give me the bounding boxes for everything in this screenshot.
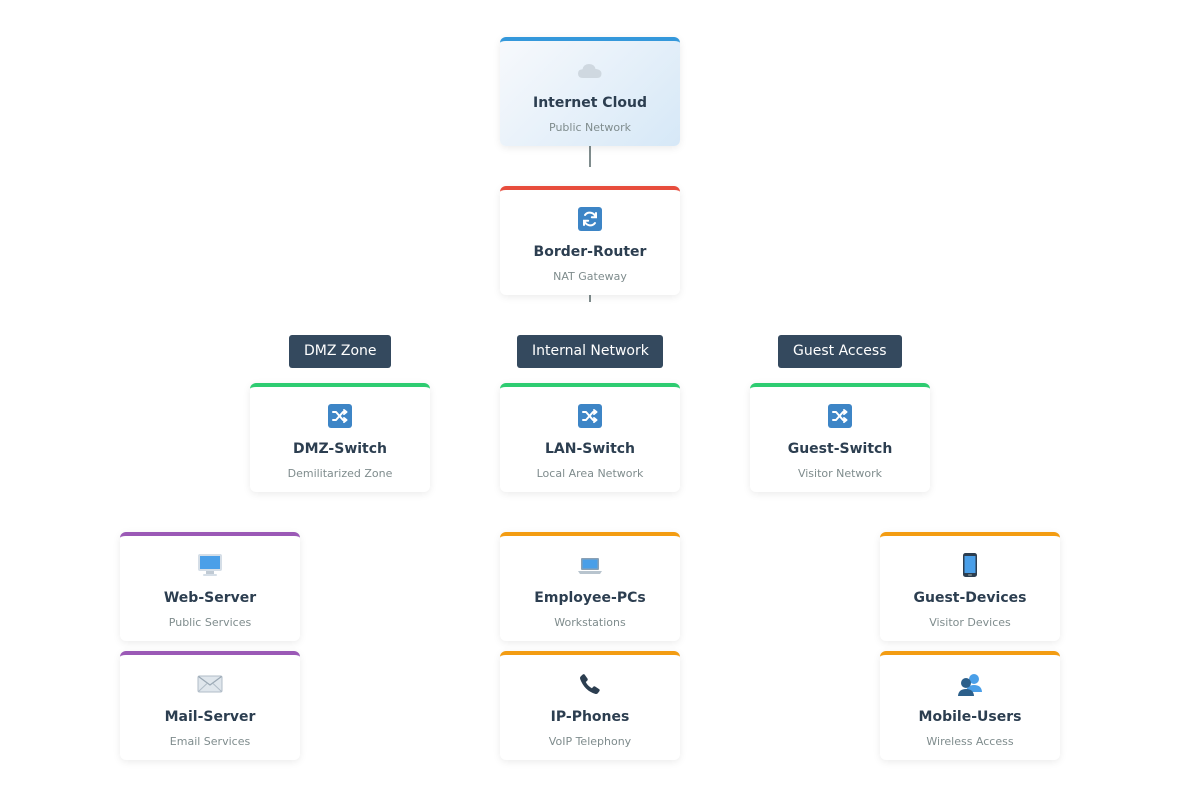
node-title: Mobile-Users <box>918 709 1022 725</box>
monitor-icon <box>120 550 300 580</box>
node-guest-devices[interactable]: Guest-Devices Visitor Devices <box>880 532 1060 641</box>
node-title: Mail-Server <box>164 709 256 725</box>
refresh-icon <box>500 204 680 234</box>
node-title: Web-Server <box>163 590 257 606</box>
cloud-icon <box>500 55 680 85</box>
node-subtitle: Email Services <box>169 735 251 748</box>
shuffle-icon <box>250 401 430 431</box>
node-title: Border-Router <box>533 244 647 260</box>
node-title: Internet Cloud <box>533 95 647 111</box>
phone-icon <box>500 669 680 699</box>
node-title: DMZ-Switch <box>292 441 388 457</box>
email-icon <box>120 669 300 699</box>
node-web-server[interactable]: Web-Server Public Services <box>120 532 300 641</box>
shuffle-icon <box>500 401 680 431</box>
node-guest-switch[interactable]: Guest-Switch Visitor Network <box>750 383 930 492</box>
zone-label-internal: Internal Network <box>517 335 663 368</box>
zone-label-guest: Guest Access <box>778 335 902 368</box>
node-ip-phones[interactable]: IP-Phones VoIP Telephony <box>500 651 680 760</box>
node-subtitle: Public Services <box>168 616 252 629</box>
users-icon <box>880 669 1060 699</box>
node-title: IP-Phones <box>550 709 630 725</box>
node-subtitle: Public Network <box>549 121 631 134</box>
node-lan-switch[interactable]: LAN-Switch Local Area Network <box>500 383 680 492</box>
node-title: LAN-Switch <box>544 441 636 457</box>
node-subtitle: Workstations <box>554 616 626 629</box>
node-mobile-users[interactable]: Mobile-Users Wireless Access <box>880 651 1060 760</box>
laptop-icon <box>500 550 680 580</box>
mobile-phone-icon <box>880 550 1060 580</box>
connector-router-zones <box>589 295 591 302</box>
node-subtitle: Local Area Network <box>536 467 644 480</box>
node-title: Employee-PCs <box>534 590 646 606</box>
node-subtitle: NAT Gateway <box>553 270 627 283</box>
node-employee-pcs[interactable]: Employee-PCs Workstations <box>500 532 680 641</box>
node-title: Guest-Switch <box>787 441 893 457</box>
node-internet-cloud[interactable]: Internet Cloud Public Network <box>500 37 680 146</box>
node-subtitle: Visitor Network <box>797 467 883 480</box>
node-mail-server[interactable]: Mail-Server Email Services <box>120 651 300 760</box>
node-subtitle: VoIP Telephony <box>548 735 632 748</box>
node-title: Guest-Devices <box>913 590 1027 606</box>
node-dmz-switch[interactable]: DMZ-Switch Demilitarized Zone <box>250 383 430 492</box>
zone-label-dmz: DMZ Zone <box>289 335 391 368</box>
node-subtitle: Demilitarized Zone <box>287 467 393 480</box>
connector-internet-router <box>589 146 591 167</box>
shuffle-icon <box>750 401 930 431</box>
node-border-router[interactable]: Border-Router NAT Gateway <box>500 186 680 295</box>
node-subtitle: Visitor Devices <box>929 616 1011 629</box>
node-subtitle: Wireless Access <box>926 735 1014 748</box>
